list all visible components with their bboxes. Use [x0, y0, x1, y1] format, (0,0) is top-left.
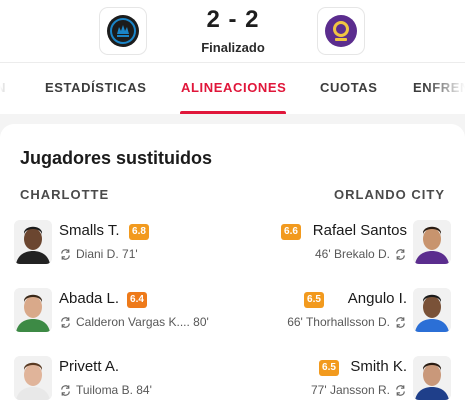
- player-out-name: Calderon Vargas K.... 80': [76, 315, 209, 329]
- away-team-label: ORLANDO CITY: [334, 187, 445, 202]
- player-in-name[interactable]: Smith K.: [350, 358, 407, 375]
- player-avatar[interactable]: [14, 288, 52, 332]
- home-team-logo[interactable]: [100, 8, 146, 54]
- player-rating-badge: 6.5: [319, 360, 339, 376]
- player-rating-badge: 6.8: [129, 224, 149, 240]
- player-in-name[interactable]: Privett A.: [59, 358, 119, 375]
- player-avatar[interactable]: [413, 220, 451, 264]
- player-in-name[interactable]: Smalls T.: [59, 222, 120, 239]
- player-out-name: 77' Jansson R.: [310, 383, 390, 397]
- section-title: Jugadores sustituidos: [20, 148, 213, 168]
- substitution-icon: [396, 316, 405, 328]
- match-header: 2 - 2 Finalizado: [0, 0, 465, 62]
- player-in-name[interactable]: Angulo I.: [348, 290, 407, 307]
- player-out-name: 66' Thorhallsson D.: [287, 315, 390, 329]
- player-photo-icon: [413, 220, 451, 264]
- away-team-logo[interactable]: [318, 8, 364, 54]
- substitution-icon: [61, 316, 70, 328]
- match-score: 2 - 2: [206, 6, 260, 33]
- substitution-icon: [396, 384, 405, 396]
- substitution-row: Abada L. 6.4 Calderon Vargas K.... 80' 6…: [0, 288, 465, 344]
- player-avatar[interactable]: [14, 220, 52, 264]
- player-photo-icon: [14, 356, 52, 400]
- player-photo-icon: [413, 356, 451, 400]
- player-out-info: 46' Brekalo D.: [315, 247, 407, 261]
- substitution-icon: [396, 248, 405, 260]
- substitution-icon: [61, 384, 70, 396]
- tab-lineups[interactable]: ALINEACIONES: [181, 80, 286, 95]
- substitution-icon: [61, 248, 70, 260]
- player-rating-badge: 6.4: [127, 292, 147, 308]
- tab-statistics[interactable]: ESTADÍSTICAS: [45, 80, 147, 95]
- player-rating-badge: 6.5: [304, 292, 324, 308]
- player-out-info: Calderon Vargas K.... 80': [59, 315, 209, 329]
- player-avatar[interactable]: [413, 288, 451, 332]
- player-in-name[interactable]: Rafael Santos: [313, 222, 407, 239]
- home-team-label: CHARLOTTE: [20, 187, 110, 202]
- player-out-name: Tuiloma B. 84': [76, 383, 152, 397]
- player-out-info: 66' Thorhallsson D.: [287, 315, 407, 329]
- player-out-info: 77' Jansson R.: [311, 383, 407, 397]
- player-out-info: Tuiloma B. 84': [59, 383, 152, 397]
- player-rating-badge: 6.6: [281, 224, 301, 240]
- substitution-row: Smalls T. 6.8 Diani D. 71' 6.6 Rafael Sa…: [0, 220, 465, 276]
- match-status: Finalizado: [201, 40, 265, 55]
- substitutes-card: Jugadores sustituidos CHARLOTTE ORLANDO …: [0, 124, 465, 411]
- active-tab-indicator: [180, 111, 286, 114]
- player-photo-icon: [14, 220, 52, 264]
- player-avatar[interactable]: [14, 356, 52, 400]
- player-avatar[interactable]: [413, 356, 451, 400]
- player-photo-icon: [413, 288, 451, 332]
- player-out-name: 46' Brekalo D.: [315, 247, 390, 261]
- player-out-name: Diani D. 71': [76, 247, 138, 261]
- orlando-city-crest-icon: [325, 15, 357, 47]
- substitution-row: Privett A. Tuiloma B. 84' 6.5 Smith K. 7…: [0, 356, 465, 411]
- player-in-name[interactable]: Abada L.: [59, 290, 119, 307]
- tab-odds[interactable]: CUOTAS: [320, 80, 378, 95]
- player-photo-icon: [14, 288, 52, 332]
- tab-bar: N ESTADÍSTICAS ALINEACIONES CUOTAS ENFRE…: [0, 62, 465, 114]
- player-out-info: Diani D. 71': [59, 247, 138, 261]
- charlotte-fc-crest-icon: [107, 15, 139, 47]
